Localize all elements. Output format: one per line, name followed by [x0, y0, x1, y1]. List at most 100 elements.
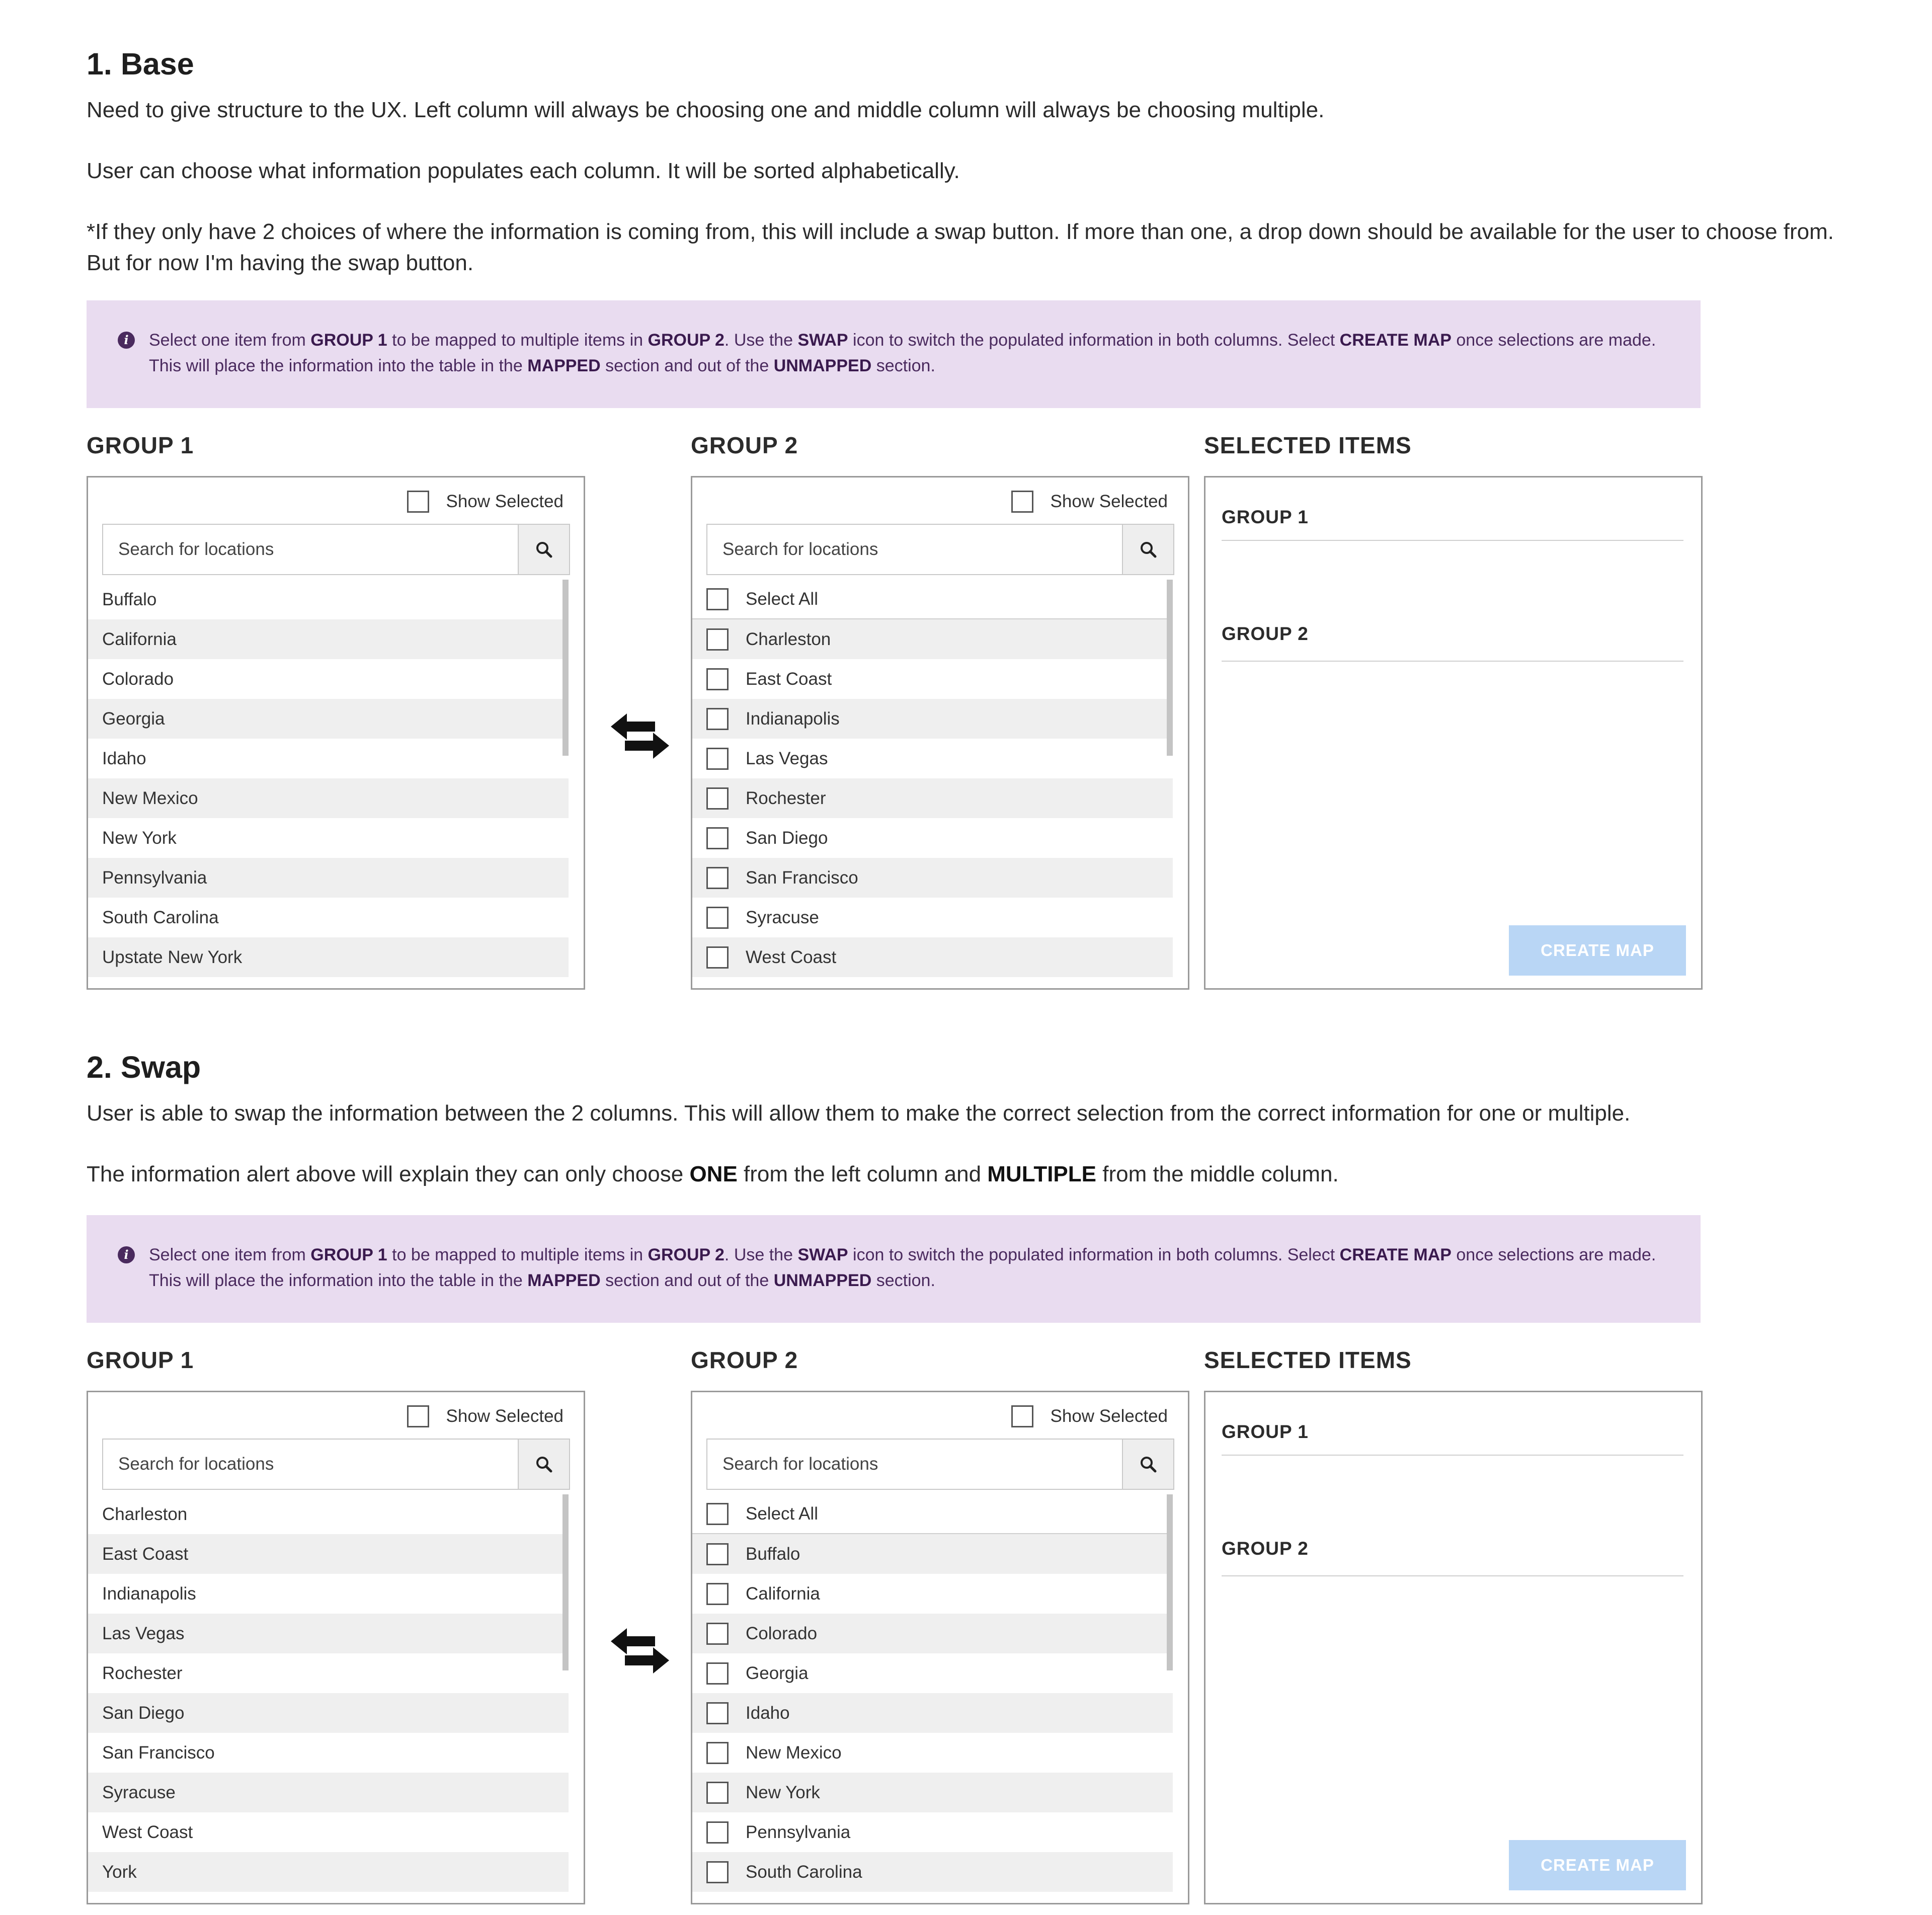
show-selected-checkbox[interactable]: [1011, 491, 1033, 513]
checkbox[interactable]: [706, 1702, 729, 1724]
list-item[interactable]: South Carolina: [88, 898, 569, 937]
group1-panel: Show Selected Charleston East Coast Indi…: [87, 1391, 585, 1904]
search-button[interactable]: [1122, 1440, 1173, 1489]
list-item[interactable]: San Francisco: [88, 1733, 569, 1773]
search-input[interactable]: [707, 1440, 1122, 1489]
checkbox[interactable]: [706, 906, 729, 929]
checkbox[interactable]: [706, 707, 729, 730]
list-item-label: Colorado: [746, 1623, 818, 1643]
list-item-label: New York: [746, 1782, 820, 1802]
search-button[interactable]: [1122, 525, 1173, 574]
list-item[interactable]: Pennsylvania: [88, 858, 569, 898]
checkbox[interactable]: [706, 946, 729, 969]
checkbox[interactable]: [706, 668, 729, 690]
list-item[interactable]: East Coast: [88, 1534, 569, 1574]
checkbox[interactable]: [706, 1781, 729, 1804]
scrollbar[interactable]: [1167, 1494, 1173, 1670]
list-item[interactable]: West Coast: [692, 937, 1173, 977]
checkbox[interactable]: [706, 1622, 729, 1645]
checkbox[interactable]: [706, 1861, 729, 1883]
list-item-label: Idaho: [746, 1703, 790, 1723]
scrollbar[interactable]: [562, 1494, 569, 1670]
show-selected-toggle[interactable]: Show Selected: [407, 1404, 564, 1428]
show-selected-toggle[interactable]: Show Selected: [1011, 490, 1168, 514]
list-item[interactable]: Rochester: [692, 778, 1173, 818]
show-selected-checkbox[interactable]: [407, 491, 429, 513]
list-item[interactable]: Las Vegas: [692, 739, 1173, 778]
list-item[interactable]: Upstate New York: [88, 937, 569, 977]
checkbox[interactable]: [706, 1662, 729, 1685]
selected-group2-label: GROUP 2: [1222, 1538, 1309, 1559]
list-item[interactable]: West Coast: [88, 1812, 569, 1852]
search-button[interactable]: [518, 1440, 569, 1489]
list-item[interactable]: Indianapolis: [88, 1574, 569, 1614]
checkbox[interactable]: [706, 628, 729, 651]
checkbox[interactable]: [706, 1821, 729, 1844]
group2-list: Select All Buffalo California Colorado G…: [692, 1494, 1173, 1892]
list-item[interactable]: Indianapolis: [692, 699, 1173, 739]
checkbox[interactable]: [706, 866, 729, 889]
list-item[interactable]: Syracuse: [692, 898, 1173, 937]
show-selected-checkbox[interactable]: [1011, 1405, 1033, 1427]
list-item[interactable]: Pennsylvania: [692, 1812, 1173, 1852]
show-selected-label: Show Selected: [446, 492, 564, 511]
selected-items-panel: GROUP 1 GROUP 2 CREATE MAP: [1204, 476, 1703, 990]
checkbox[interactable]: [706, 1741, 729, 1764]
list-item[interactable]: York: [88, 1852, 569, 1892]
search-input[interactable]: [103, 1440, 518, 1489]
show-selected-toggle[interactable]: Show Selected: [1011, 1404, 1168, 1428]
divider: [1222, 1575, 1683, 1576]
list-item[interactable]: Charleston: [692, 619, 1173, 659]
checkbox[interactable]: [706, 1502, 729, 1525]
list-item[interactable]: Colorado: [692, 1614, 1173, 1653]
swap-icon[interactable]: [610, 1624, 670, 1680]
checkbox[interactable]: [706, 1543, 729, 1565]
list-item[interactable]: New York: [692, 1773, 1173, 1812]
select-all-item[interactable]: Select All: [692, 1494, 1173, 1534]
list-item[interactable]: Georgia: [88, 699, 569, 739]
group1-panel: Show Selected Buffalo California Colorad…: [87, 476, 585, 990]
list-item-label: Buffalo: [746, 1544, 800, 1564]
list-item[interactable]: Idaho: [692, 1693, 1173, 1733]
select-all-item[interactable]: Select All: [692, 580, 1173, 619]
search-input[interactable]: [707, 525, 1122, 574]
list-item[interactable]: San Francisco: [692, 858, 1173, 898]
checkbox[interactable]: [706, 588, 729, 610]
checkbox[interactable]: [706, 827, 729, 849]
list-item[interactable]: Idaho: [88, 739, 569, 778]
list-item[interactable]: Rochester: [88, 1653, 569, 1693]
list-item[interactable]: Buffalo: [88, 580, 569, 619]
list-item[interactable]: New York: [88, 818, 569, 858]
create-map-button[interactable]: CREATE MAP: [1509, 1840, 1686, 1890]
list-item[interactable]: Buffalo: [692, 1534, 1173, 1574]
list-item-label: New Mexico: [746, 1742, 842, 1763]
list-item[interactable]: California: [692, 1574, 1173, 1614]
list-item[interactable]: Las Vegas: [88, 1614, 569, 1653]
list-item[interactable]: San Diego: [692, 818, 1173, 858]
show-selected-checkbox[interactable]: [407, 1405, 429, 1427]
list-item[interactable]: San Diego: [88, 1693, 569, 1733]
list-item[interactable]: New Mexico: [692, 1733, 1173, 1773]
selected-group1-label: GROUP 1: [1222, 1421, 1309, 1442]
alert-text: Select one item from GROUP 1 to be mappe…: [149, 1245, 1656, 1290]
list-item[interactable]: California: [88, 619, 569, 659]
create-map-button[interactable]: CREATE MAP: [1509, 925, 1686, 976]
checkbox[interactable]: [706, 1582, 729, 1605]
list-item[interactable]: East Coast: [692, 659, 1173, 699]
section-paragraph: The information alert above will explain…: [87, 1162, 1339, 1186]
list-item-label: Georgia: [746, 1663, 809, 1683]
search-button[interactable]: [518, 525, 569, 574]
list-item[interactable]: Georgia: [692, 1653, 1173, 1693]
checkbox[interactable]: [706, 747, 729, 770]
list-item[interactable]: South Carolina: [692, 1852, 1173, 1892]
search-input[interactable]: [103, 525, 518, 574]
list-item[interactable]: Charleston: [88, 1494, 569, 1534]
checkbox[interactable]: [706, 787, 729, 810]
list-item[interactable]: Colorado: [88, 659, 569, 699]
scrollbar[interactable]: [562, 580, 569, 756]
swap-icon[interactable]: [610, 709, 670, 765]
list-item[interactable]: New Mexico: [88, 778, 569, 818]
list-item[interactable]: Syracuse: [88, 1773, 569, 1812]
show-selected-toggle[interactable]: Show Selected: [407, 490, 564, 514]
scrollbar[interactable]: [1167, 580, 1173, 756]
